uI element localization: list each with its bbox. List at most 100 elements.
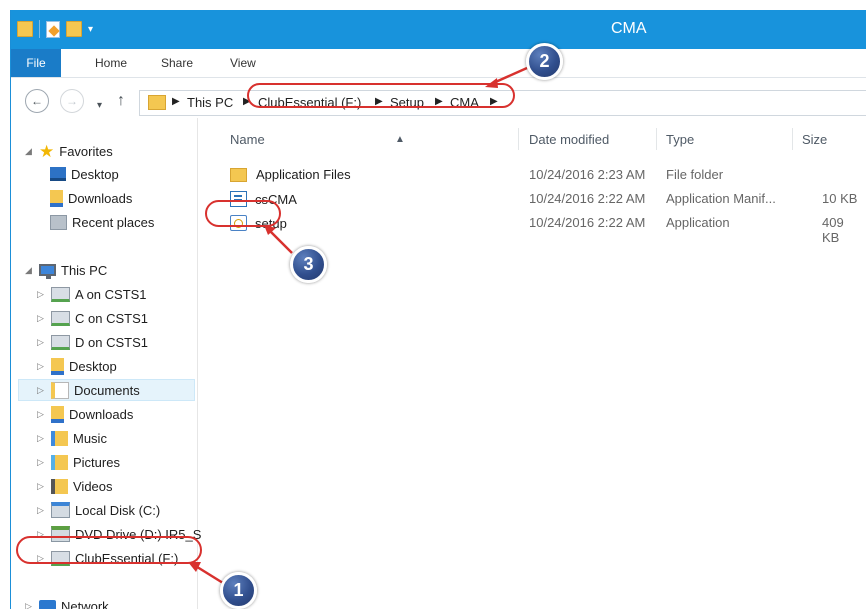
annotation-badge-2: 2 — [526, 43, 563, 80]
breadcrumb-setup[interactable]: Setup — [390, 95, 424, 110]
sidebar-item-dvd-drive[interactable]: ▷ DVD Drive (D:) IR5_S — [37, 523, 201, 545]
properties-icon[interactable] — [46, 20, 60, 38]
file-name: Application Files — [256, 167, 351, 182]
folder-icon[interactable] — [17, 21, 33, 37]
column-header-date-modified[interactable]: Date modified — [529, 132, 609, 147]
sidebar-item-favorites-desktop[interactable]: Desktop — [50, 163, 119, 185]
tab-view[interactable]: View — [230, 56, 256, 70]
manifest-icon — [230, 191, 247, 207]
sidebar-item-favorites-downloads[interactable]: Downloads — [50, 187, 132, 209]
table-row[interactable]: setup 10/24/2016 2:22 AM Application 409… — [218, 211, 864, 245]
sidebar-item-label: DVD Drive (D:) IR5_S — [75, 526, 202, 542]
file-explorer-window: ▾ CMA File Home Share View ← → ▾ ↑ ▶ Thi… — [10, 10, 866, 609]
sidebar-item-local-disk[interactable]: ▷ Local Disk (C:) — [37, 499, 160, 521]
sidebar-item-pictures[interactable]: ▷ Pictures — [37, 451, 120, 473]
size-cell: 409 KB — [822, 215, 844, 245]
sidebar-item-network[interactable]: ▷ Network — [25, 595, 109, 609]
annotation-badge-1: 1 — [220, 572, 257, 609]
expand-icon[interactable]: ▷ — [37, 505, 51, 516]
chevron-right-icon[interactable]: ▶ — [243, 96, 251, 107]
videos-icon — [51, 478, 68, 494]
column-header-name[interactable]: ▲ Name — [230, 132, 405, 147]
column-header-type[interactable]: Type — [666, 132, 694, 147]
sidebar-item-a-on-csts1[interactable]: ▷ A on CSTS1 — [37, 283, 147, 305]
sidebar-item-downloads[interactable]: ▷ Downloads — [37, 403, 133, 425]
expand-icon[interactable]: ▷ — [37, 481, 51, 492]
sidebar-item-label: Local Disk (C:) — [75, 502, 161, 518]
address-bar[interactable]: ▶ This PC ▶ ClubEssential (F:) ▶ Setup ▶… — [139, 90, 866, 116]
sidebar-item-this-pc[interactable]: ◢ This PC — [25, 259, 107, 281]
network-icon — [39, 600, 56, 609]
table-row[interactable]: csCMA 10/24/2016 2:22 AM Application Man… — [218, 187, 864, 211]
expand-icon[interactable]: ▷ — [37, 289, 51, 300]
sidebar-item-label: Downloads — [68, 190, 133, 206]
desktop-folder-icon — [51, 357, 64, 375]
expand-icon[interactable]: ▷ — [37, 433, 51, 444]
sidebar-item-label: Pictures — [73, 454, 120, 470]
chevron-right-icon[interactable]: ▶ — [490, 96, 498, 107]
quick-access-toolbar: ▾ — [17, 20, 93, 38]
breadcrumb-cma[interactable]: CMA — [450, 95, 479, 110]
local-disk-icon — [51, 502, 70, 518]
back-arrow-icon[interactable]: ← — [25, 89, 49, 113]
annotation-badge-3: 3 — [290, 246, 327, 283]
chevron-right-icon[interactable]: ▶ — [172, 96, 180, 107]
breadcrumb-clubessential[interactable]: ClubEssential (F:) — [258, 95, 361, 110]
sidebar-item-clubessential[interactable]: ▷ ClubEssential (F:) — [37, 547, 178, 569]
breadcrumb-this-pc[interactable]: This PC — [187, 95, 233, 110]
divider — [39, 20, 40, 38]
expand-icon[interactable]: ▷ — [25, 601, 39, 609]
star-icon: ★ — [39, 141, 55, 161]
divider — [518, 128, 519, 150]
expand-icon[interactable]: ▷ — [37, 529, 51, 540]
file-name-cell: setup — [230, 215, 287, 231]
chevron-down-icon[interactable]: ▾ — [88, 24, 93, 35]
sidebar-item-label: Music — [73, 430, 107, 446]
pictures-icon — [51, 454, 68, 470]
navigation-pane: ◢ ★ Favorites Desktop Downloads Recent p… — [11, 118, 201, 609]
chevron-down-icon[interactable]: ▾ — [97, 100, 102, 111]
file-name-cell: csCMA — [230, 191, 297, 207]
sidebar-item-videos[interactable]: ▷ Videos — [37, 475, 113, 497]
expand-icon[interactable]: ▷ — [37, 337, 51, 348]
sidebar-item-desktop[interactable]: ▷ Desktop — [37, 355, 117, 377]
folder-icon — [148, 95, 166, 110]
sidebar-item-documents[interactable]: ▷ Documents — [18, 379, 195, 401]
tab-home[interactable]: Home — [95, 56, 127, 70]
sidebar-item-c-on-csts1[interactable]: ▷ C on CSTS1 — [37, 307, 148, 329]
forward-arrow-icon[interactable]: → — [60, 89, 84, 113]
column-label: Name — [230, 132, 265, 147]
column-header-size[interactable]: Size — [802, 132, 827, 147]
expand-icon[interactable]: ▷ — [37, 457, 51, 468]
sidebar-item-music[interactable]: ▷ Music — [37, 427, 107, 449]
table-row[interactable]: Application Files 10/24/2016 2:23 AM Fil… — [218, 163, 864, 187]
expand-icon[interactable]: ▷ — [37, 409, 51, 420]
chevron-right-icon[interactable]: ▶ — [435, 96, 443, 107]
chevron-right-icon[interactable]: ▶ — [375, 96, 383, 107]
tab-share[interactable]: Share — [161, 56, 193, 70]
network-drive-icon — [51, 310, 70, 326]
expand-icon[interactable]: ▷ — [37, 553, 51, 564]
up-arrow-icon[interactable]: ↑ — [117, 92, 125, 110]
tab-file[interactable]: File — [11, 49, 61, 77]
sort-ascending-icon: ▲ — [395, 134, 405, 145]
sidebar-item-favorites[interactable]: ◢ ★ Favorites — [25, 140, 113, 162]
sidebar-item-recent-places[interactable]: Recent places — [50, 211, 154, 233]
date-modified-cell: 10/24/2016 2:23 AM — [529, 167, 646, 182]
expand-icon[interactable]: ▷ — [37, 313, 51, 324]
file-list: ▲ Name Date modified Type Size Applicati… — [198, 118, 866, 609]
expand-icon[interactable]: ◢ — [25, 146, 39, 157]
sidebar-item-d-on-csts1[interactable]: ▷ D on CSTS1 — [37, 331, 148, 353]
new-folder-icon[interactable] — [66, 21, 82, 37]
sidebar-item-label: Downloads — [69, 406, 134, 422]
address-row: ← → ▾ ↑ ▶ This PC ▶ ClubEssential (F:) ▶… — [11, 83, 866, 117]
expand-icon[interactable]: ◢ — [25, 265, 39, 276]
expand-icon[interactable]: ▷ — [37, 385, 51, 396]
sidebar-item-label: ClubEssential (F:) — [75, 550, 179, 566]
expand-icon[interactable]: ▷ — [37, 361, 51, 372]
computer-icon — [39, 264, 56, 279]
network-drive-icon — [51, 550, 70, 566]
application-icon — [230, 215, 247, 231]
network-drive-icon — [51, 334, 70, 350]
sidebar-item-label: Videos — [73, 478, 113, 494]
